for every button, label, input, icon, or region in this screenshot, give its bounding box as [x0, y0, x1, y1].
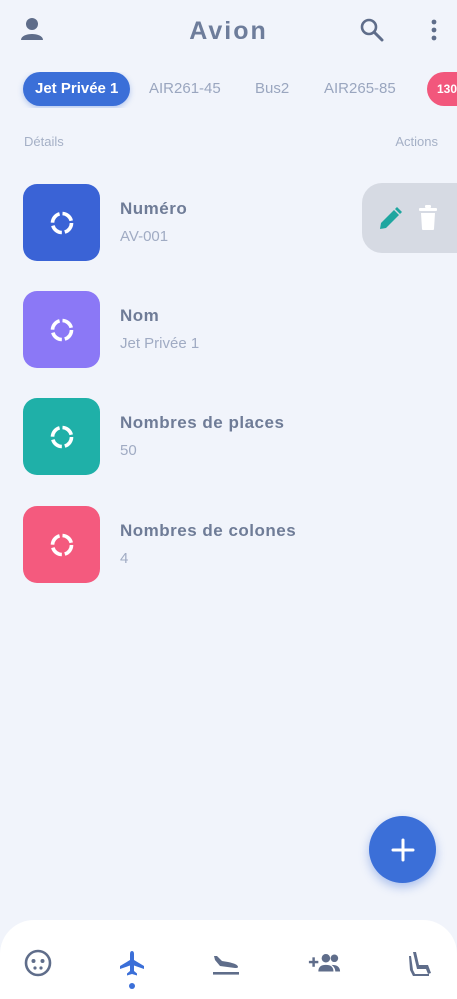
trash-icon[interactable] — [417, 205, 439, 231]
more-vertical-icon[interactable] — [424, 16, 444, 44]
field-label: Nombres de colones — [120, 521, 297, 540]
face-icon[interactable] — [21, 946, 55, 980]
field-value: 4 — [120, 550, 129, 567]
bottom-navigation — [0, 920, 457, 999]
details-column-header: Détails — [24, 134, 64, 149]
tab-130[interactable]: 130 — [427, 72, 457, 106]
tab-jet-privee-1[interactable]: Jet Privée 1 — [23, 72, 131, 106]
list-item[interactable]: Nom Jet Privée 1 — [0, 291, 457, 371]
loading-icon — [23, 184, 100, 261]
field-value: 50 — [120, 442, 137, 459]
loading-icon — [23, 398, 100, 475]
plus-icon — [391, 838, 414, 861]
pencil-icon[interactable] — [376, 205, 404, 233]
seat-icon[interactable] — [405, 946, 439, 980]
active-indicator — [129, 983, 135, 989]
list-item[interactable]: Nombres de colones 4 — [0, 506, 457, 586]
tab-air261-45[interactable]: AIR261-45 — [137, 72, 233, 106]
loading-icon — [23, 506, 100, 583]
tab-bus2[interactable]: Bus2 — [243, 72, 301, 106]
field-label: Numéro — [120, 199, 188, 218]
search-icon[interactable] — [358, 16, 386, 44]
list-item[interactable]: Nombres de places 50 — [0, 398, 457, 478]
loading-icon — [23, 291, 100, 368]
actions-column-header: Actions — [395, 134, 438, 149]
top-app-bar: Avion — [0, 0, 457, 64]
add-group-icon[interactable] — [307, 946, 341, 980]
row-actions-panel — [362, 183, 457, 253]
add-button[interactable] — [369, 816, 436, 883]
field-label: Nom — [120, 306, 160, 325]
field-value: Jet Privée 1 — [120, 335, 200, 352]
tab-bar: Jet Privée 1 AIR261-45 Bus2 AIR265-85 13… — [0, 72, 457, 108]
tab-air265-85[interactable]: AIR265-85 — [312, 72, 408, 106]
page-title: Avion — [189, 17, 268, 45]
field-value: AV-001 — [120, 228, 169, 245]
flight-land-icon[interactable] — [209, 946, 243, 980]
field-label: Nombres de places — [120, 413, 285, 432]
airplane-icon[interactable] — [115, 946, 149, 980]
